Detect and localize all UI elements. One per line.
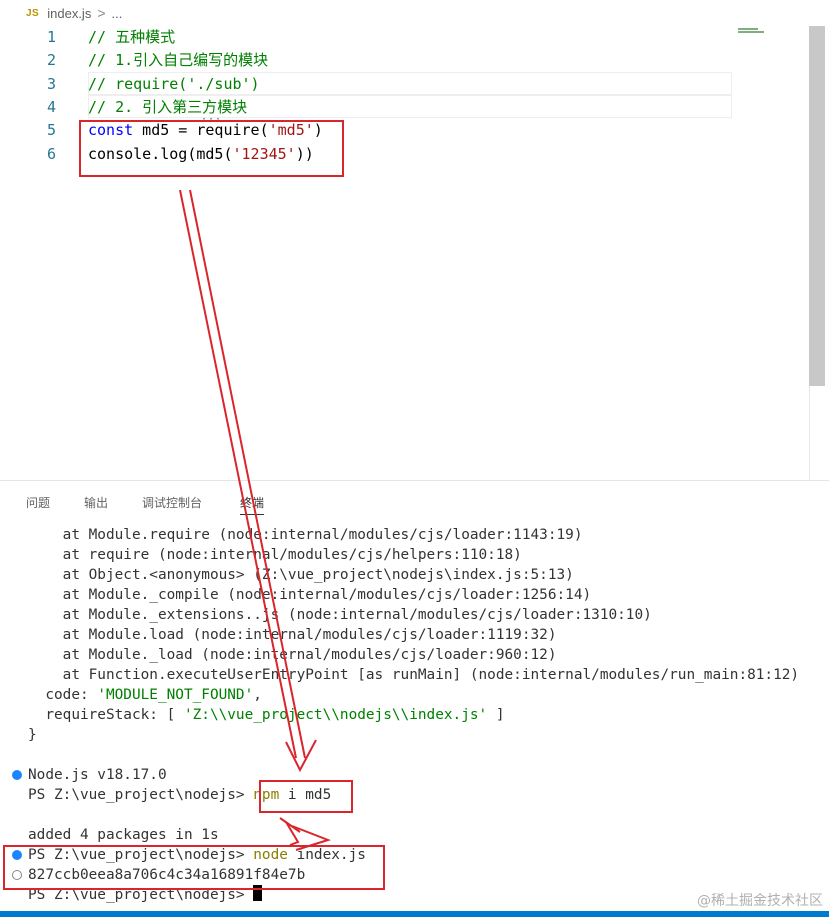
arrow-line [285, 821, 300, 846]
terminal-text: PS Z:\vue_project\nodejs> [28, 787, 254, 803]
terminal-text: at Module._extensions..js (node:internal… [28, 607, 652, 623]
terminal-text: at Module._compile (node:internal/module… [28, 587, 592, 603]
terminal-text: at Module.require (node:internal/modules… [28, 527, 583, 543]
code-line[interactable]: 3 // require('./sub') [0, 73, 730, 96]
minimap[interactable] [738, 28, 764, 38]
terminal-line: at Module.require (node:internal/modules… [28, 525, 583, 545]
terminal-text: } [28, 727, 37, 743]
terminal-text: Node.js v18.17.0 [28, 767, 167, 783]
status-bar [0, 911, 829, 917]
breadcrumb-file[interactable]: index.js [47, 6, 91, 21]
terminal-line: at require (node:internal/modules/cjs/he… [28, 545, 522, 565]
code-token: // 五种模式 [88, 28, 176, 46]
code-text: // require('./sub') [88, 73, 260, 96]
terminal-text: , [253, 687, 262, 703]
terminal-line: at Module._extensions..js (node:internal… [28, 605, 652, 625]
panel-divider [0, 480, 829, 481]
code-highlight-box [79, 120, 344, 177]
code-line[interactable]: 4 // 2. 引入第三方模块 [0, 96, 730, 119]
terminal-line: at Module._compile (node:internal/module… [28, 585, 592, 605]
terminal-line: } [28, 725, 37, 745]
code-token: // 2. 引入第三方模块 [88, 97, 248, 116]
line-number: 4 [46, 97, 56, 116]
terminal-text: code: [28, 687, 98, 703]
output-highlight-box [3, 845, 385, 890]
arrow-line [279, 817, 301, 833]
terminal-line: at Module._load (node:internal/modules/c… [28, 645, 557, 665]
code-text: // 五种模式 [88, 26, 175, 49]
terminal-line: Node.js v18.17.0 [28, 765, 167, 785]
terminal-text: at require (node:internal/modules/cjs/he… [28, 547, 522, 563]
breadcrumb: JS index.js > ... [0, 0, 829, 26]
terminal-text: 'Z:\\vue_project\\nodejs\\index.js' [183, 707, 488, 723]
terminal-text: requireStack: [ [28, 707, 184, 723]
terminal-text: ] [487, 707, 505, 723]
command-success-dot-icon[interactable] [12, 770, 22, 780]
tab-debug-console[interactable]: 调试控制台 [142, 494, 202, 511]
editor-scrollbar[interactable] [809, 26, 825, 386]
terminal[interactable]: at Module.require (node:internal/modules… [0, 525, 829, 903]
code-editor[interactable]: 1 // 五种模式 2 // 1.引入自己编写的模块 3 // require('./su… [0, 26, 829, 480]
line-number: 1 [46, 28, 56, 46]
code-line[interactable]: 1 // 五种模式 [0, 26, 730, 49]
terminal-text: added 4 packages in 1s [28, 827, 219, 843]
code-text: // 1.引入自己编写的模块 [88, 49, 268, 72]
line-number: 6 [46, 144, 56, 163]
line-number: 5 [46, 121, 56, 140]
watermark: @稀土掘金技术社区 [697, 893, 823, 909]
tab-terminal[interactable]: 终端 [240, 494, 265, 515]
javascript-file-icon: JS [26, 7, 40, 19]
arrow-head [285, 739, 317, 773]
npm-command-highlight-box [259, 780, 353, 813]
line-number: 3 [46, 74, 56, 93]
terminal-line: at Object.<anonymous> (Z:\vue_project\no… [28, 565, 574, 585]
breadcrumb-symbol[interactable]: ... [112, 6, 123, 21]
terminal-text: at Module.load (node:internal/modules/cj… [28, 627, 557, 643]
terminal-text: 'MODULE_NOT_FOUND' [97, 687, 254, 703]
terminal-text: at Module._load (node:internal/modules/c… [28, 647, 557, 663]
code-token: // require('./sub') [88, 74, 260, 93]
chevron-right-icon: > [97, 5, 106, 21]
code-line[interactable]: 2 // 1.引入自己编写的模块 [0, 49, 730, 72]
terminal-line: requireStack: [ 'Z:\\vue_project\\nodejs… [28, 705, 505, 725]
line-number: 2 [46, 51, 56, 70]
code-token: // 1.引入自己编写的模块 [88, 51, 269, 70]
code-text: // 2. 引入第三方模块 [88, 96, 247, 119]
terminal-line: at Module.load (node:internal/modules/cj… [28, 625, 557, 645]
tab-output[interactable]: 输出 [84, 494, 108, 511]
terminal-line: added 4 packages in 1s [28, 825, 219, 845]
tab-problems[interactable]: 问题 [26, 494, 50, 511]
terminal-text: at Function.executeUserEntryPoint [as ru… [28, 667, 800, 683]
terminal-line: code: 'MODULE_NOT_FOUND', [28, 685, 262, 705]
terminal-line: at Function.executeUserEntryPoint [as ru… [28, 665, 799, 685]
terminal-text: at Object.<anonymous> (Z:\vue_project\no… [28, 567, 574, 583]
panel-tabs: 问题 输出 调试控制台 终端 [0, 488, 829, 518]
